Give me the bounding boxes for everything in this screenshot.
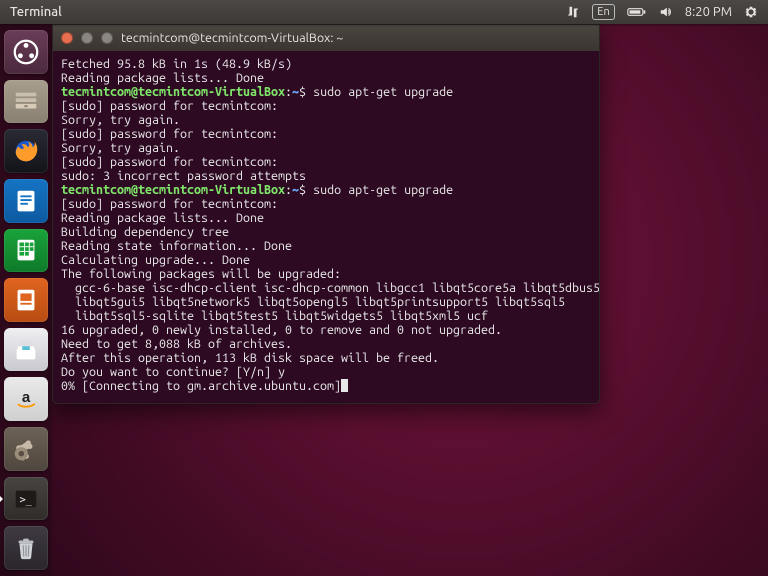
term-line: Need to get 8,088 kB of archives. (61, 337, 292, 351)
term-line: Fetched 95.8 kB in 1s (48.9 kB/s) (61, 57, 292, 71)
launcher-firefox[interactable] (4, 129, 48, 173)
command-input: sudo apt-get upgrade (313, 183, 453, 197)
term-line: libqt5sql5-sqlite libqt5test5 libqt5widg… (61, 309, 488, 323)
top-menubar: Terminal En 8:20 PM (0, 0, 768, 24)
command-input: sudo apt-get upgrade (313, 85, 453, 99)
active-app-title: Terminal (10, 5, 62, 19)
term-line: Reading package lists... Done (61, 71, 264, 85)
term-line: [sudo] password for tecmintcom: (61, 197, 278, 211)
prompt-user: tecmintcom@tecmintcom-VirtualBox (61, 183, 285, 197)
term-line: Do you want to continue? [Y/n] (61, 365, 278, 379)
launcher-settings[interactable] (4, 427, 48, 471)
svg-text:a: a (22, 389, 31, 406)
term-line: Reading package lists... Done (61, 211, 264, 225)
cursor-block (341, 379, 348, 392)
svg-text:>_: >_ (19, 493, 32, 505)
indicator-area: En 8:20 PM (566, 4, 758, 20)
term-line: [sudo] password for tecmintcom: (61, 127, 278, 141)
window-titlebar[interactable]: tecmintcom@tecmintcom-VirtualBox: ~ (53, 25, 599, 51)
term-line: gcc-6-base isc-dhcp-client isc-dhcp-comm… (61, 281, 600, 295)
launcher-software[interactable] (4, 328, 48, 372)
term-line: 16 upgraded, 0 newly installed, 0 to rem… (61, 323, 502, 337)
term-line: sudo: 3 incorrect password attempts (61, 169, 306, 183)
minimize-icon[interactable] (81, 32, 93, 44)
term-line: [sudo] password for tecmintcom: (61, 99, 278, 113)
prompt-sep: : (285, 85, 292, 99)
window-title: tecmintcom@tecmintcom-VirtualBox: ~ (121, 31, 343, 45)
launcher-trash[interactable] (4, 526, 48, 570)
network-icon[interactable] (566, 5, 580, 19)
term-line: Reading state information... Done (61, 239, 292, 253)
gear-icon[interactable] (744, 5, 758, 19)
launcher-impress[interactable] (4, 278, 48, 322)
term-line: Sorry, try again. (61, 141, 180, 155)
launcher-files[interactable] (4, 80, 48, 124)
terminal-body[interactable]: Fetched 95.8 kB in 1s (48.9 kB/s) Readin… (53, 51, 599, 403)
launcher-dock: a >_ (0, 24, 52, 576)
term-line: Building dependency tree (61, 225, 229, 239)
launcher-terminal[interactable]: >_ (4, 477, 48, 521)
keyboard-language-indicator[interactable]: En (592, 4, 614, 20)
term-line: [sudo] password for tecmintcom: (61, 155, 278, 169)
term-line: Sorry, try again. (61, 113, 180, 127)
term-line: After this operation, 113 kB disk space … (61, 351, 439, 365)
launcher-amazon[interactable]: a (4, 377, 48, 421)
prompt-path: ~ (292, 183, 299, 197)
continue-answer: y (278, 365, 285, 379)
term-line: Calculating upgrade... Done (61, 253, 250, 267)
prompt-path: ~ (292, 85, 299, 99)
prompt-user: tecmintcom@tecmintcom-VirtualBox (61, 85, 285, 99)
term-line: The following packages will be upgraded: (61, 267, 341, 281)
launcher-calc[interactable] (4, 229, 48, 273)
battery-icon[interactable] (627, 6, 647, 18)
volume-icon[interactable] (659, 5, 673, 19)
terminal-window: tecmintcom@tecmintcom-VirtualBox: ~ Fetc… (52, 24, 600, 404)
launcher-dash[interactable] (4, 30, 48, 74)
prompt-sep: : (285, 183, 292, 197)
close-icon[interactable] (61, 32, 73, 44)
term-line: 0% [Connecting to gm.archive.ubuntu.com] (61, 379, 341, 393)
launcher-writer[interactable] (4, 179, 48, 223)
maximize-icon[interactable] (101, 32, 113, 44)
clock[interactable]: 8:20 PM (685, 5, 732, 19)
term-line: libqt5gui5 libqt5network5 libqt5opengl5 … (61, 295, 565, 309)
